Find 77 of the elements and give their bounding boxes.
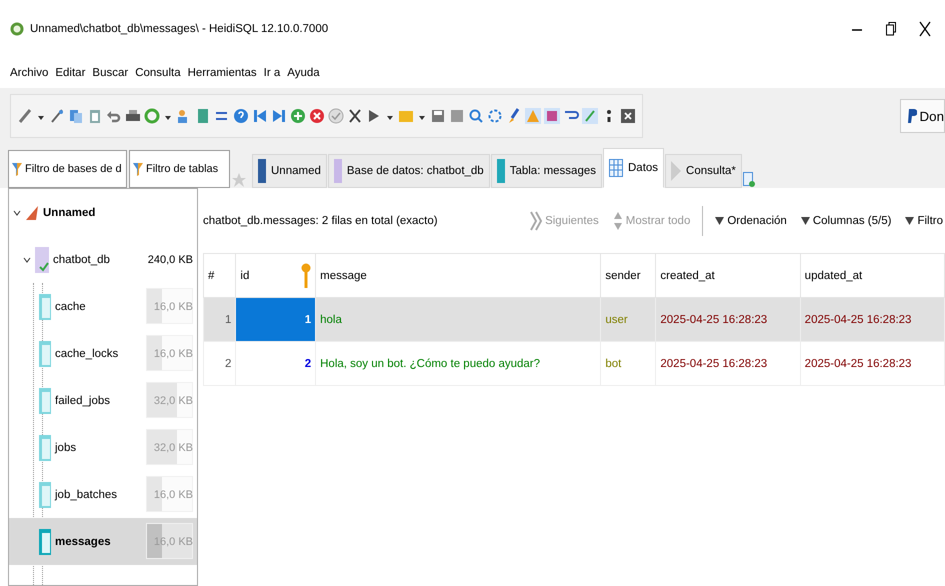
tree-item[interactable]: cache 16,0 KB — [9, 283, 197, 330]
tab[interactable]: Datos — [603, 148, 664, 188]
close-icon[interactable] — [919, 21, 931, 37]
tab[interactable]: Unnamed — [252, 154, 327, 188]
table-cell: 2025-04-25 16:28:23 — [800, 298, 944, 342]
delete-icon[interactable] — [309, 108, 325, 124]
column-header[interactable]: # — [204, 254, 236, 298]
tree-item[interactable]: messages 16,0 KB — [9, 518, 197, 565]
column-header[interactable]: message — [316, 254, 601, 298]
menu-item[interactable]: Consulta — [135, 67, 181, 79]
toolbar-button[interactable]: Columnas (5/5) — [798, 215, 894, 227]
filter-icon — [133, 161, 143, 177]
last-icon[interactable] — [271, 108, 287, 124]
tab[interactable]: Base de datos: chatbot_db — [328, 154, 490, 188]
donate-button[interactable]: Don — [900, 99, 945, 133]
size-label: 240,0 KB — [148, 254, 193, 266]
filter-field[interactable]: Filtro de tablas — [144, 151, 230, 187]
tree-item[interactable]: failed_jobs 32,0 KB — [9, 377, 197, 424]
add-icon[interactable] — [290, 108, 306, 124]
table-cell: user — [600, 298, 656, 342]
table-cell: 2025-04-25 16:28:23 — [656, 298, 800, 342]
row-count-label: chatbot_db.messages: 2 filas en total (exacto) — [203, 215, 439, 227]
play-icon — [671, 161, 682, 181]
clipboard-icon[interactable] — [87, 108, 103, 124]
tab[interactable]: Consulta* — [665, 154, 742, 188]
copy-icon[interactable] — [68, 108, 84, 124]
toolbar-button[interactable]: Ordenación — [713, 215, 789, 227]
table-cell: 2 — [236, 342, 316, 386]
check-icon[interactable] — [328, 108, 344, 124]
menu-item[interactable]: Buscar — [92, 67, 128, 79]
tree-item[interactable]: Unnamed — [43, 206, 193, 218]
table-cell: hola — [316, 298, 601, 342]
toolbar-button[interactable]: Filtro — [903, 215, 945, 227]
menu-item[interactable]: Ayuda — [287, 67, 320, 79]
filter-field[interactable]: Filtro de bases de d — [23, 151, 127, 187]
menu-item[interactable]: Archivo — [10, 67, 48, 79]
window-title: Unnamed\chatbot_db\messages\ - HeidiSQL 12.10.0.7000 — [30, 23, 330, 35]
filter-field[interactable]: Filtro de tablas — [129, 150, 230, 188]
filter-field[interactable]: Filtro de bases de d — [8, 150, 127, 188]
triangle-down-icon — [800, 216, 810, 226]
table-cell: 1 — [204, 298, 236, 342]
menu-item[interactable]: Ir a — [264, 67, 280, 79]
save-icon[interactable] — [430, 108, 446, 124]
brush-icon[interactable] — [506, 108, 522, 124]
double-chevron-icon — [530, 211, 542, 231]
printer-icon[interactable] — [125, 108, 141, 124]
menu-item[interactable]: Herramientas — [188, 67, 257, 79]
menu-item[interactable]: Editar — [55, 67, 86, 79]
triangle-down-icon — [905, 216, 914, 226]
table-cell: Hola, soy un bot. ¿Cómo te puedo ayudar? — [316, 342, 601, 386]
help-icon[interactable] — [233, 108, 249, 124]
chevron-down-icon[interactable] — [23, 256, 31, 264]
tree-item[interactable]: job_batches 16,0 KB — [9, 471, 197, 518]
filter-icon — [12, 161, 22, 177]
tree-item[interactable]: cache_locks 16,0 KB — [9, 330, 197, 377]
grid-icon — [609, 159, 623, 177]
table-cell: 2 — [204, 342, 236, 386]
up-down-icon — [612, 211, 623, 231]
cancel-icon[interactable] — [347, 108, 363, 124]
app-icon — [10, 22, 24, 36]
column-header[interactable]: id — [240, 270, 250, 282]
tree-item[interactable]: jobs 32,0 KB — [9, 424, 197, 471]
close-icon[interactable] — [620, 108, 636, 124]
table-cell: 2025-04-25 16:28:23 — [800, 342, 944, 386]
restore-icon[interactable] — [885, 21, 897, 37]
chevron-down-icon[interactable] — [13, 208, 21, 216]
search-icon[interactable] — [468, 108, 484, 124]
triangle-down-icon — [715, 216, 724, 226]
tree-item[interactable]: chatbot_db — [53, 254, 144, 266]
star-icon[interactable] — [232, 172, 246, 188]
table-cell: 1 — [236, 298, 316, 342]
paypal-icon — [906, 108, 917, 124]
table-cell: bot — [600, 342, 656, 386]
new-query-icon[interactable] — [742, 172, 755, 188]
table-cell: 2025-04-25 16:28:23 — [656, 342, 800, 386]
tab[interactable]: Tabla: messages — [490, 154, 602, 188]
first-icon[interactable] — [252, 108, 268, 124]
